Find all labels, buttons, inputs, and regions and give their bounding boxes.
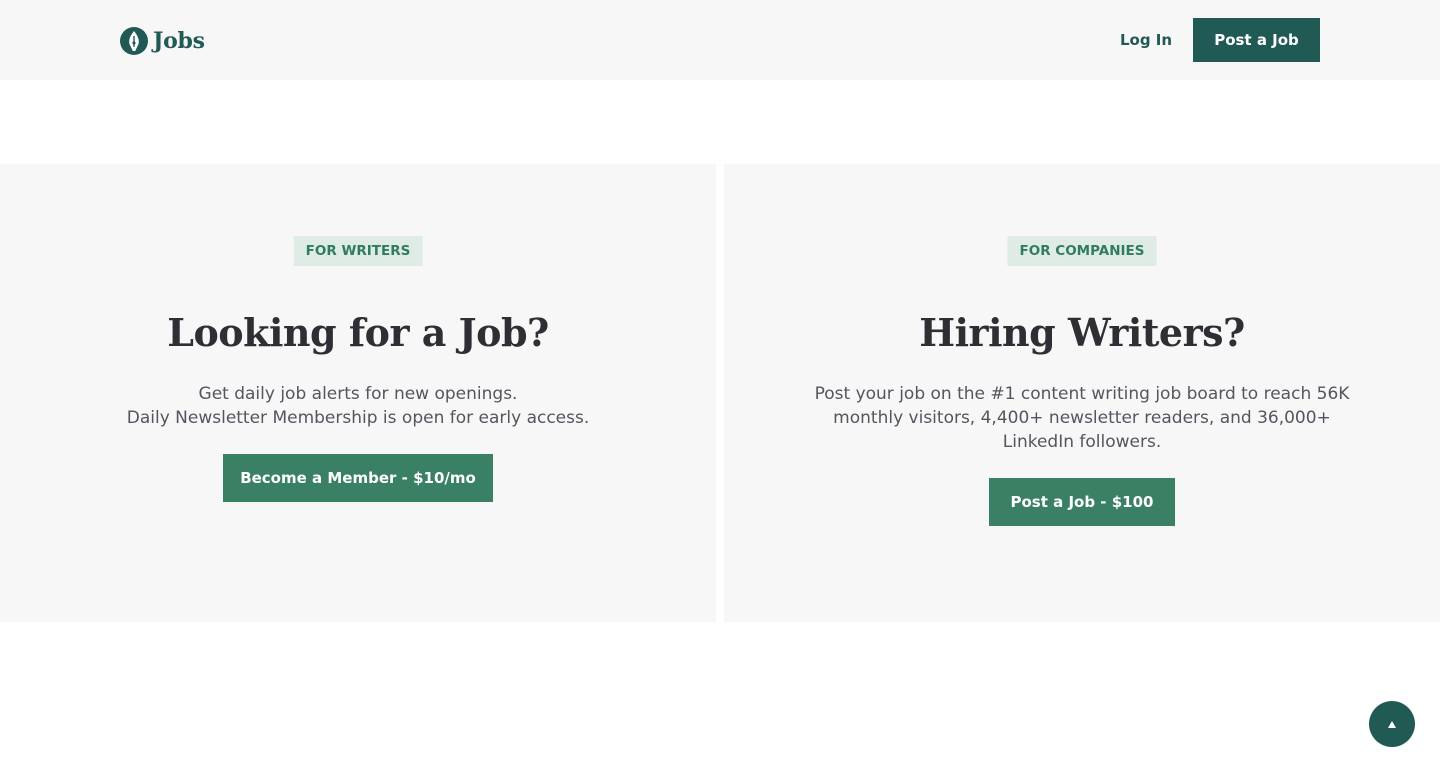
site-header: Jobs Log In Post a Job [0,0,1440,80]
writers-desc-line1: Get daily job alerts for new openings. [198,384,518,404]
writers-desc-line2: Daily Newsletter Membership is open for … [126,408,590,428]
logo-text: Jobs [153,28,205,54]
companies-title: Hiring Writers? [919,310,1245,355]
companies-badge: FOR COMPANIES [1007,236,1157,266]
login-link[interactable]: Log In [1108,18,1184,62]
writers-badge: FOR WRITERS [293,236,423,266]
pen-nib-icon [120,27,148,55]
logo[interactable]: Jobs [120,26,205,56]
companies-description: Post your job on the #1 content writing … [814,384,1350,452]
writers-description: Get daily job alerts for new openings. D… [70,382,646,430]
post-job-button[interactable]: Post a Job [1193,18,1320,62]
writers-panel: FOR WRITERS Looking for a Job? Get daily… [0,164,716,622]
scroll-to-top-button[interactable] [1369,701,1415,747]
writers-title: Looking for a Job? [167,310,549,355]
companies-panel: FOR COMPANIES Hiring Writers? Post your … [724,164,1440,622]
arrow-up-icon [1388,720,1396,728]
post-job-cta-button[interactable]: Post a Job - $100 [989,478,1175,526]
become-member-button[interactable]: Become a Member - $10/mo [223,454,493,502]
